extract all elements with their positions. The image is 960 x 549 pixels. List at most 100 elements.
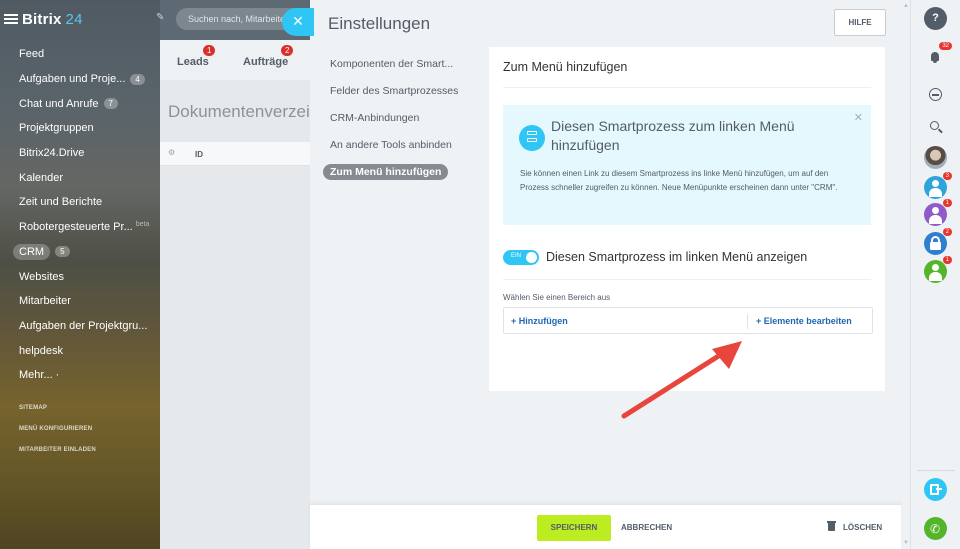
background-page: ✎ Suchen nach, Mitarbeiter Leads 1 Aufträ…: [156, 0, 320, 549]
user-icon-body: [929, 272, 942, 281]
counter-badge: 2: [942, 228, 952, 236]
sidebar-item-time-reports[interactable]: Zeit und Berichte: [0, 190, 160, 215]
sidebar-item-employees[interactable]: Mitarbeiter: [0, 289, 160, 314]
sidebar-item-label: Kalender: [19, 171, 64, 184]
save-button[interactable]: SPEICHERN: [537, 515, 611, 541]
exit-icon-arrow: [936, 488, 942, 490]
delete-button[interactable]: LÖSCHEN: [827, 515, 882, 541]
sidebar-item-label: Mitarbeiter: [19, 295, 71, 308]
close-slider-button[interactable]: ✕: [282, 8, 314, 36]
divider: [747, 314, 748, 329]
help-button[interactable]: HILFE: [834, 9, 886, 36]
sidebar-item-groups[interactable]: Projektgruppen: [0, 116, 160, 141]
slider-title: Einstellungen: [328, 14, 431, 33]
sidebar-item-drive[interactable]: Bitrix24.Drive: [0, 141, 160, 166]
toggle-state: EIN: [511, 253, 522, 259]
gear-icon[interactable]: ⚙: [168, 148, 175, 157]
notifications-button[interactable]: 32: [924, 42, 952, 69]
user-icon: [932, 207, 939, 214]
phone-icon: ✆: [930, 522, 941, 536]
toggle-knob: [526, 252, 537, 263]
annotation-arrow: [621, 341, 742, 419]
sidebar-item-helpdesk[interactable]: helpdesk: [0, 338, 160, 363]
user-icon: [932, 180, 939, 187]
crm-tabs: Leads 1 Aufträge 2: [160, 40, 320, 80]
sidebar-item-project-tasks[interactable]: Aufgaben der Projektgru...: [0, 314, 160, 339]
tab-leads[interactable]: Leads 1: [177, 45, 216, 68]
info-title: Diesen Smartprozess zum linken Menü hinz…: [551, 118, 795, 153]
counter-badge: 2: [281, 45, 294, 56]
menu-item-fields[interactable]: Felder des Smartprozesses: [322, 77, 470, 104]
counter-badge: 32: [939, 42, 952, 50]
user-icon: [932, 264, 939, 271]
trash-icon: [827, 521, 836, 531]
menu-item-other-tools[interactable]: An andere Tools anbinden: [322, 131, 470, 158]
column-header-id[interactable]: ID: [195, 150, 203, 159]
show-in-menu-toggle[interactable]: EIN: [503, 250, 539, 265]
lock-icon-body: [930, 242, 941, 250]
divider: [503, 87, 871, 88]
section-label: Wählen Sie einen Bereich aus: [503, 293, 611, 302]
exit-button[interactable]: [924, 478, 947, 501]
user-avatar-1[interactable]: 3: [924, 172, 952, 199]
sidebar-item-tasks[interactable]: Aufgaben und Proje... 4: [0, 67, 160, 92]
toggle-label: Diesen Smartprozess im linken Menü anzei…: [546, 250, 808, 264]
divider: [917, 470, 955, 471]
info-box: Diesen Smartprozess zum linken Menü hinz…: [503, 105, 871, 225]
chat-icon: [929, 88, 942, 101]
sidebar-item-label: CRM: [13, 243, 51, 260]
menu-item-add-to-menu[interactable]: Zum Menü hinzufügen: [322, 158, 470, 185]
add-section-button[interactable]: + Hinzufügen: [511, 316, 568, 326]
toggle-row: EIN Diesen Smartprozess im linken Menü a…: [503, 247, 871, 280]
scroll-down-icon[interactable]: ▼: [903, 540, 909, 546]
sidebar-item-label: Aufgaben der Projektgru...: [19, 319, 148, 332]
sidebar-item-label: helpdesk: [19, 344, 64, 357]
menu-item-crm-bindings[interactable]: CRM-Anbindungen: [322, 104, 470, 131]
avatar[interactable]: [924, 146, 947, 169]
messenger-button[interactable]: [924, 83, 947, 106]
scrollbar[interactable]: ▲ ▼: [901, 0, 910, 549]
slider-footer: SPEICHERN ABBRECHEN LÖSCHEN: [310, 504, 910, 549]
call-button[interactable]: ✆: [924, 517, 947, 540]
brand-bar: Bitrix 24: [0, 0, 160, 38]
menu-item-components[interactable]: Komponenten der Smart...: [322, 50, 470, 77]
sidebar-item-label: Projektgruppen: [19, 122, 94, 135]
counter-badge: 1: [942, 199, 952, 207]
right-rail: ? 32 3 1 2 1 ✆: [910, 0, 960, 549]
edit-elements-button[interactable]: + Elemente bearbeiten: [756, 316, 852, 326]
settings-slider: Einstellungen HILFE Komponenten der Smar…: [310, 0, 910, 549]
sidebar-item-crm[interactable]: CRM 5: [0, 240, 160, 265]
bell-icon: [931, 52, 939, 63]
sidebar-item-websites[interactable]: Websites: [0, 264, 160, 289]
page-title: Dokumentenverzeichnis: [168, 102, 318, 121]
search-icon: [930, 121, 939, 130]
settings-menu: Komponenten der Smart... Felder des Smar…: [322, 50, 470, 185]
search-button[interactable]: [924, 115, 947, 138]
counter-badge: 4: [130, 73, 145, 85]
invite-employees-link[interactable]: MITARBEITER EINLADEN: [19, 447, 96, 453]
sidebar-item-label: Mehr... ·: [19, 369, 60, 382]
sidebar-item-calendar[interactable]: Kalender: [0, 165, 160, 190]
hamburger-menu-icon[interactable]: [4, 12, 18, 26]
close-icon[interactable]: ✕: [854, 111, 863, 124]
help-icon[interactable]: ?: [924, 7, 947, 30]
user-avatar-3[interactable]: 1: [924, 256, 952, 283]
sidebar-item-label: Robotergesteuerte Pr...: [19, 221, 133, 234]
configure-menu-link[interactable]: MENÜ KONFIGURIEREN: [19, 426, 92, 432]
tab-orders[interactable]: Aufträge 2: [243, 45, 294, 68]
user-avatar-2[interactable]: 1: [924, 199, 952, 226]
grid-header: ⚙ ID: [160, 142, 320, 166]
scroll-up-icon[interactable]: ▲: [903, 3, 909, 9]
sidebar-item-label: Feed: [19, 48, 45, 61]
cancel-button[interactable]: ABBRECHEN: [621, 515, 672, 541]
sidebar-item-more[interactable]: Mehr... ·: [0, 363, 160, 388]
locked-chat-button[interactable]: 2: [924, 228, 952, 255]
user-icon-body: [929, 188, 942, 197]
brand-logo[interactable]: Bitrix 24: [22, 11, 83, 28]
sidebar-item-chat[interactable]: Chat und Anrufe 7: [0, 91, 160, 116]
page-content: Dokumentenverzeichnis ⚙ ID: [160, 80, 320, 549]
sidebar-item-rpa[interactable]: Robotergesteuerte Pr... beta: [0, 215, 160, 240]
sidebar-item-feed[interactable]: Feed: [0, 42, 160, 67]
sitemap-link[interactable]: SITEMAP: [19, 405, 47, 411]
counter-badge: 5: [55, 246, 70, 258]
